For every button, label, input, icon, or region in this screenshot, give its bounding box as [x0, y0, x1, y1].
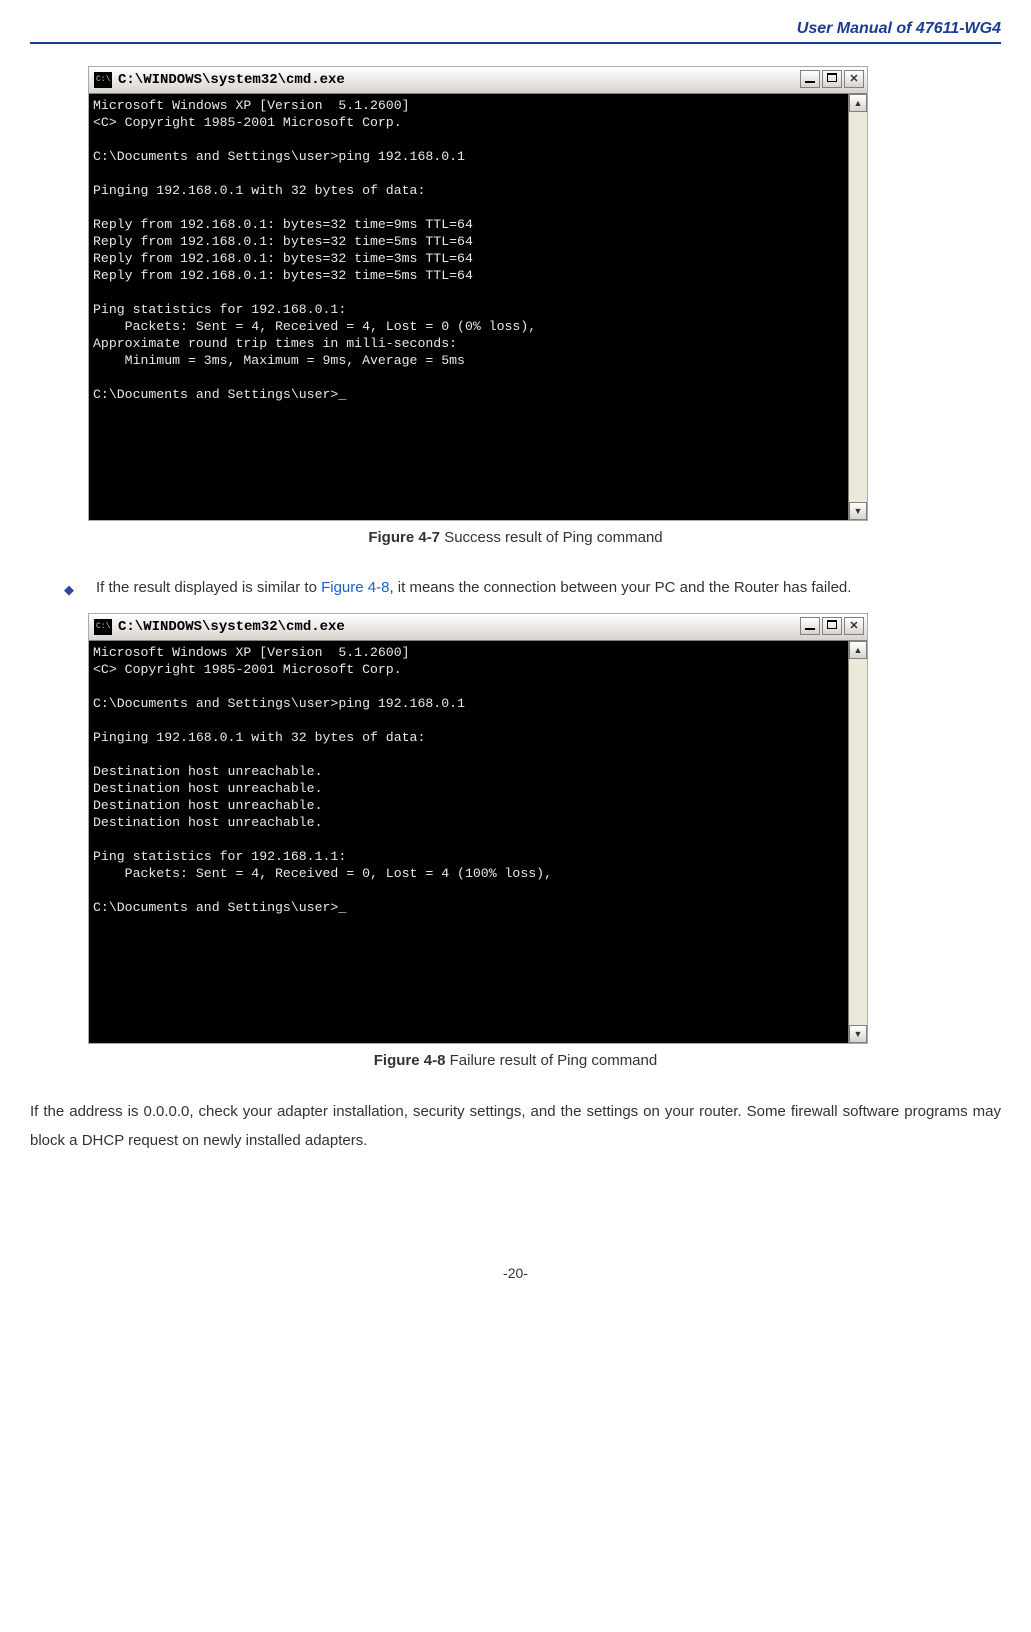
- caption-label: Figure 4-7: [368, 529, 440, 546]
- cmd-icon: [94, 619, 112, 635]
- scroll-down-icon[interactable]: ▼: [849, 1025, 867, 1043]
- scrollbar[interactable]: ▲ ▼: [848, 94, 867, 520]
- console-area: Microsoft Windows XP [Version 5.1.2600] …: [89, 641, 867, 1043]
- caption-text: Success result of Ping command: [440, 529, 663, 546]
- scroll-track[interactable]: [849, 659, 867, 1025]
- console-area: Microsoft Windows XP [Version 5.1.2600] …: [89, 94, 867, 520]
- scroll-down-icon[interactable]: ▼: [849, 502, 867, 520]
- maximize-button[interactable]: [822, 617, 842, 635]
- console-output: Microsoft Windows XP [Version 5.1.2600] …: [89, 94, 848, 520]
- scroll-up-icon[interactable]: ▲: [849, 641, 867, 659]
- minimize-button[interactable]: [800, 617, 820, 635]
- console-output: Microsoft Windows XP [Version 5.1.2600] …: [89, 641, 848, 1043]
- scrollbar[interactable]: ▲ ▼: [848, 641, 867, 1043]
- page-number: -20-: [30, 1265, 1001, 1281]
- header-rule: [30, 42, 1001, 44]
- scroll-up-icon[interactable]: ▲: [849, 94, 867, 112]
- window-controls: [800, 67, 867, 93]
- bullet-item: ◆ If the result displayed is similar to …: [64, 574, 1001, 603]
- close-button[interactable]: [844, 617, 864, 635]
- titlebar: C:\WINDOWS\system32\cmd.exe: [89, 614, 867, 641]
- page-header: User Manual of 47611-WG4: [30, 20, 1001, 42]
- bullet-icon: ◆: [64, 578, 74, 603]
- bullet-text: If the result displayed is similar to Fi…: [96, 574, 851, 603]
- window-controls: [800, 614, 867, 640]
- close-button[interactable]: [844, 70, 864, 88]
- caption-text: Failure result of Ping command: [445, 1052, 657, 1069]
- window-title: C:\WINDOWS\system32\cmd.exe: [118, 614, 800, 640]
- titlebar: C:\WINDOWS\system32\cmd.exe: [89, 67, 867, 94]
- cmd-window-success: C:\WINDOWS\system32\cmd.exe Microsoft Wi…: [88, 66, 868, 521]
- caption-label: Figure 4-8: [374, 1052, 446, 1069]
- figure-link-4-8[interactable]: Figure 4-8: [321, 579, 389, 596]
- maximize-button[interactable]: [822, 70, 842, 88]
- body-paragraph: If the address is 0.0.0.0, check your ad…: [30, 1097, 1001, 1156]
- bullet-pre: If the result displayed is similar to: [96, 579, 321, 596]
- minimize-button[interactable]: [800, 70, 820, 88]
- cmd-icon: [94, 72, 112, 88]
- cmd-window-failure: C:\WINDOWS\system32\cmd.exe Microsoft Wi…: [88, 613, 868, 1044]
- scroll-track[interactable]: [849, 112, 867, 502]
- window-title: C:\WINDOWS\system32\cmd.exe: [118, 67, 800, 93]
- figure-caption-4-7: Figure 4-7 Success result of Ping comman…: [30, 529, 1001, 546]
- bullet-post: , it means the connection between your P…: [389, 579, 851, 596]
- figure-caption-4-8: Figure 4-8 Failure result of Ping comman…: [30, 1052, 1001, 1069]
